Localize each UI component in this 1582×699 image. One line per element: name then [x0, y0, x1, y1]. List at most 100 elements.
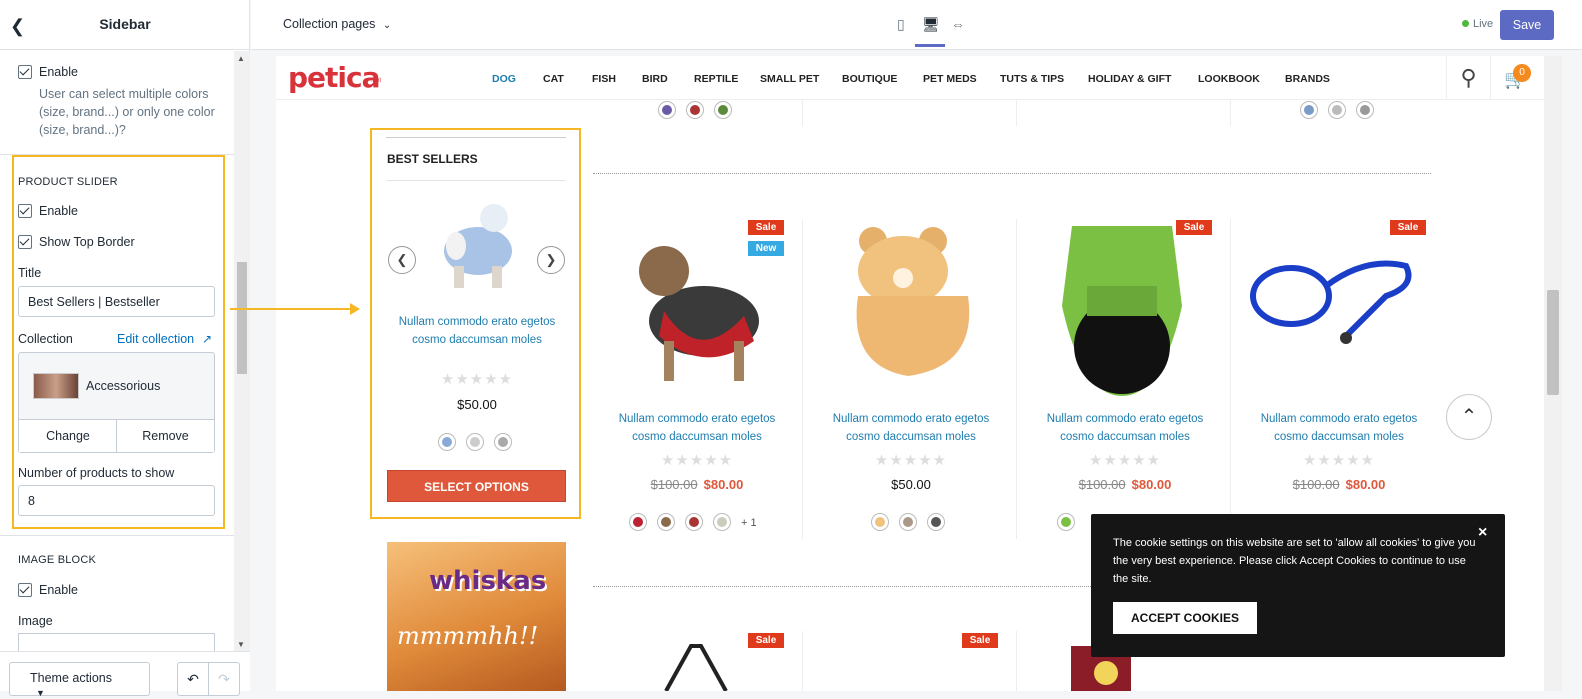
grid-divider — [1016, 100, 1017, 126]
back-to-top-button[interactable]: ⌃ — [1446, 394, 1492, 440]
fullscreen-view-icon[interactable]: ⇔ — [951, 16, 965, 32]
image-block-enable-checkbox[interactable] — [18, 583, 32, 597]
color-swatch[interactable] — [714, 101, 732, 119]
row-separator — [593, 173, 1431, 174]
nav-item-pet-meds[interactable]: PET MEDS — [923, 73, 977, 85]
grid-divider — [802, 100, 803, 126]
product-title[interactable]: Nullam commodo erato egetos cosmo daccum… — [818, 410, 1004, 446]
product-image-bear-costume[interactable] — [818, 216, 998, 396]
store-logo[interactable]: petica — [288, 61, 381, 94]
cart-count-badge: 0 — [1513, 64, 1531, 82]
grid-divider — [1230, 219, 1231, 539]
color-swatch[interactable] — [871, 513, 889, 531]
nav-item-small-pet[interactable]: SMALL PET — [760, 73, 819, 85]
new-badge: New — [748, 241, 784, 256]
image-preview[interactable] — [18, 633, 215, 651]
nav-item-bird[interactable]: BIRD — [642, 73, 668, 85]
accept-cookies-button[interactable]: ACCEPT COOKIES — [1113, 602, 1257, 634]
color-swatch[interactable] — [713, 513, 731, 531]
grid-divider — [802, 631, 803, 691]
rating-stars: ★★★★★ — [660, 452, 734, 469]
page-selector[interactable]: Collection pages ⌄ — [283, 17, 391, 31]
sidebar-footer: Theme actions ▼ ↶ ↷ — [0, 651, 250, 698]
product-title[interactable]: Nullam commodo erato egetos cosmo daccum… — [604, 410, 790, 446]
color-swatch[interactable] — [1328, 101, 1346, 119]
change-collection-button[interactable]: Change — [19, 419, 117, 452]
theme-actions-label: Theme actions — [30, 671, 112, 685]
color-swatch[interactable] — [899, 513, 917, 531]
chevron-down-icon: ⌄ — [382, 20, 392, 31]
color-swatch[interactable] — [685, 513, 703, 531]
product-slider-enable-checkbox[interactable] — [18, 204, 32, 218]
whiskas-logo: whiskas — [429, 566, 547, 596]
sale-price: $80.00 — [1131, 477, 1172, 492]
scroll-down-icon[interactable]: ▼ — [237, 640, 245, 649]
product-title[interactable]: Nullam commodo erato egetos cosmo daccum… — [1032, 410, 1218, 446]
annotation-arrow — [230, 308, 352, 310]
slider-prev-button[interactable]: ❮ — [388, 246, 416, 274]
sale-badge: Sale — [1176, 220, 1212, 235]
nav-item-brands[interactable]: BRANDS — [1285, 73, 1330, 85]
preview-scrollbar-thumb[interactable] — [1547, 290, 1559, 395]
store-logo-suffix: .net — [371, 78, 382, 84]
edit-collection-link[interactable]: Edit collection — [117, 332, 194, 346]
title-input[interactable]: Best Sellers | Bestseller — [18, 286, 215, 317]
save-button[interactable]: Save — [1500, 10, 1554, 40]
product-image-harness[interactable] — [646, 641, 746, 691]
color-swatch[interactable] — [658, 101, 676, 119]
color-swatch[interactable] — [1057, 513, 1075, 531]
arrow-head-icon — [350, 303, 360, 315]
top-border-checkbox[interactable] — [18, 235, 32, 249]
remove-collection-button[interactable]: Remove — [116, 419, 214, 452]
title-label: Title — [18, 266, 42, 280]
grid-divider — [1016, 219, 1017, 539]
image-block-enable-label: Enable — [39, 583, 78, 597]
best-sellers-top-border — [386, 137, 566, 138]
color-swatch[interactable] — [466, 433, 484, 451]
products-count-label: Number of products to show — [18, 466, 175, 480]
sale-badge: Sale — [748, 633, 784, 648]
filter-enable-checkbox[interactable] — [18, 65, 32, 79]
color-swatch[interactable] — [494, 433, 512, 451]
nav-item-fish[interactable]: FISH — [592, 73, 616, 85]
nav-item-dog[interactable]: DOG — [492, 73, 516, 85]
mobile-view-icon[interactable]: ▯ — [897, 16, 905, 33]
collection-label: Collection — [18, 332, 73, 346]
nav-item-holiday-gift[interactable]: HOLIDAY & GIFT — [1088, 73, 1171, 85]
rating-stars: ★★★★★ — [1088, 452, 1162, 469]
desktop-view-icon[interactable]: 🖥 — [922, 16, 940, 33]
live-status: Live — [1462, 18, 1493, 30]
nav-item-boutique[interactable]: BOUTIQUE — [842, 73, 897, 85]
store-preview: petica .net DOG CAT FISH BIRD REPTILE SM… — [276, 56, 1562, 691]
collection-picker: Accessorious Change Remove — [18, 352, 215, 453]
whiskas-banner[interactable]: whiskas mmmmhh!! — [387, 542, 566, 691]
product-title[interactable]: Nullam commodo erato egetos cosmo daccum… — [1246, 410, 1432, 446]
nav-item-lookbook[interactable]: LOOKBOOK — [1198, 73, 1260, 85]
select-options-button[interactable]: SELECT OPTIONS — [387, 470, 566, 502]
external-link-icon[interactable]: ↗ — [202, 332, 212, 346]
products-count-input[interactable]: 8 — [18, 485, 215, 516]
product-image-blue-coat[interactable] — [426, 196, 526, 296]
scroll-up-icon[interactable]: ▲ — [237, 54, 245, 63]
color-swatch[interactable] — [1300, 101, 1318, 119]
rating-stars: ★★★★★ — [440, 371, 514, 388]
color-swatch[interactable] — [657, 513, 675, 531]
close-icon[interactable]: × — [1478, 524, 1487, 542]
color-swatch[interactable] — [686, 101, 704, 119]
nav-item-reptile[interactable]: REPTILE — [694, 73, 738, 85]
product-image-blue-leash[interactable] — [1246, 216, 1426, 396]
color-swatch[interactable] — [927, 513, 945, 531]
slider-next-button[interactable]: ❯ — [537, 246, 565, 274]
sidebar-header: ❮ Sidebar — [0, 0, 250, 50]
nav-item-cat[interactable]: CAT — [543, 73, 564, 85]
product-image-green-vest[interactable] — [1032, 216, 1212, 396]
best-seller-product-title[interactable]: Nullam commodo erato egetos cosmo daccum… — [388, 313, 566, 349]
color-swatch[interactable] — [438, 433, 456, 451]
nav-item-tuts-tips[interactable]: TUTS & TIPS — [1000, 73, 1064, 85]
color-swatch[interactable] — [629, 513, 647, 531]
more-swatches[interactable]: + 1 — [741, 517, 757, 529]
sidebar-scrollbar-thumb[interactable] — [237, 262, 247, 374]
search-icon[interactable]: ⚲ — [1446, 56, 1490, 100]
color-swatch[interactable] — [1356, 101, 1374, 119]
editor-topbar: Collection pages ⌄ ▯ 🖥 ⇔ Live Save — [251, 0, 1582, 50]
